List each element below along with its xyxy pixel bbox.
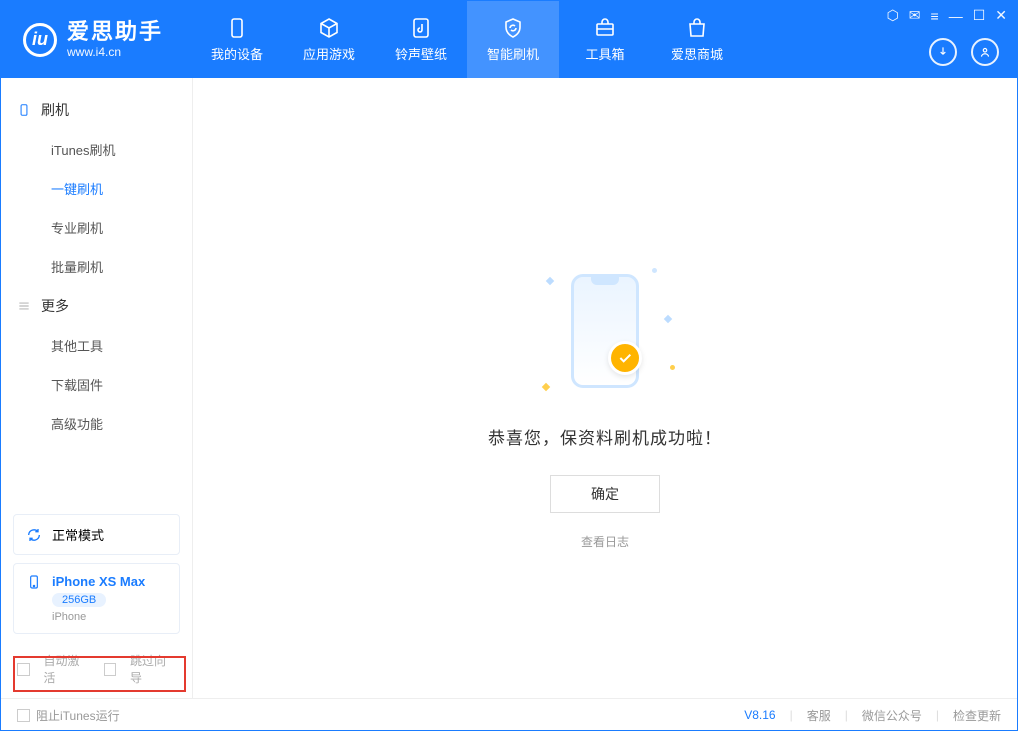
maximize-button[interactable]: ☐ bbox=[973, 7, 986, 24]
link-check-update[interactable]: 检查更新 bbox=[953, 707, 1001, 724]
status-bar: 阻止iTunes运行 V8.16 | 客服 | 微信公众号 | 检查更新 bbox=[1, 698, 1017, 731]
nav-label: 爱思商城 bbox=[671, 44, 723, 63]
checkbox-label-skip-guide: 跳过向导 bbox=[130, 652, 176, 686]
main-nav: 我的设备 应用游戏 铃声壁纸 智能刷机 工具箱 爱思商城 bbox=[191, 1, 743, 78]
minimize-button[interactable]: — bbox=[949, 8, 963, 24]
nav-my-device[interactable]: 我的设备 bbox=[191, 1, 283, 78]
nav-smart-flash[interactable]: 智能刷机 bbox=[467, 1, 559, 78]
app-subtitle: www.i4.cn bbox=[67, 45, 163, 59]
sidebar-item-batch-flash[interactable]: 批量刷机 bbox=[1, 247, 192, 286]
phone-icon bbox=[225, 16, 249, 40]
sidebar-section-flash: 刷机 bbox=[1, 90, 192, 130]
success-message: 恭喜您，保资料刷机成功啦！ bbox=[488, 424, 722, 449]
app-body: 刷机 iTunes刷机 一键刷机 专业刷机 批量刷机 更多 其他工具 下载固件 … bbox=[1, 78, 1017, 698]
nav-store[interactable]: 爱思商城 bbox=[651, 1, 743, 78]
mode-label: 正常模式 bbox=[52, 525, 104, 544]
nav-label: 我的设备 bbox=[211, 44, 263, 63]
feedback-icon[interactable]: ✉ bbox=[909, 7, 921, 24]
shield-refresh-icon bbox=[501, 16, 525, 40]
user-profile-button[interactable] bbox=[971, 38, 999, 66]
sidebar-item-download-firmware[interactable]: 下载固件 bbox=[1, 365, 192, 404]
toolbox-icon bbox=[593, 16, 617, 40]
nav-label: 工具箱 bbox=[585, 44, 624, 63]
phone-outline-icon bbox=[17, 103, 31, 117]
window-controls: ⬡ ✉ ≡ — ☐ ✕ bbox=[887, 7, 1007, 24]
music-file-icon bbox=[409, 16, 433, 40]
logo-icon: iu bbox=[23, 23, 57, 57]
checkbox-auto-activate[interactable] bbox=[17, 663, 30, 676]
nav-toolbox[interactable]: 工具箱 bbox=[559, 1, 651, 78]
device-storage-badge: 256GB bbox=[52, 593, 106, 607]
nav-label: 应用游戏 bbox=[303, 44, 355, 63]
checkbox-block-itunes[interactable] bbox=[17, 709, 30, 722]
header-action-icons bbox=[929, 38, 999, 66]
nav-apps-games[interactable]: 应用游戏 bbox=[283, 1, 375, 78]
device-mode-card[interactable]: 正常模式 bbox=[13, 514, 180, 555]
flash-options-row: 自动激活 跳过向导 bbox=[1, 642, 192, 698]
check-badge-icon bbox=[608, 341, 642, 375]
sidebar-bottom: 正常模式 iPhone XS Max 256GB iPhone 自动激活 跳过向… bbox=[1, 506, 192, 698]
sidebar: 刷机 iTunes刷机 一键刷机 专业刷机 批量刷机 更多 其他工具 下载固件 … bbox=[1, 78, 193, 698]
device-name: iPhone XS Max bbox=[52, 574, 145, 589]
link-wechat[interactable]: 微信公众号 bbox=[862, 707, 922, 724]
device-card[interactable]: iPhone XS Max 256GB iPhone bbox=[13, 563, 180, 634]
nav-label: 智能刷机 bbox=[487, 44, 539, 63]
nav-ringtones-wallpapers[interactable]: 铃声壁纸 bbox=[375, 1, 467, 78]
device-type: iPhone bbox=[52, 611, 145, 623]
view-log-link[interactable]: 查看日志 bbox=[581, 533, 629, 550]
main-content: 恭喜您，保资料刷机成功啦！ 确定 查看日志 bbox=[193, 78, 1017, 698]
app-header: iu 爱思助手 www.i4.cn 我的设备 应用游戏 铃声壁纸 智能刷机 工具… bbox=[1, 1, 1017, 78]
section-title: 更多 bbox=[41, 296, 69, 316]
device-phone-icon bbox=[26, 574, 42, 590]
shopping-bag-icon bbox=[685, 16, 709, 40]
phone-illustration-icon bbox=[571, 274, 639, 388]
close-button[interactable]: ✕ bbox=[995, 7, 1007, 24]
block-itunes-label: 阻止iTunes运行 bbox=[36, 707, 120, 724]
app-title: 爱思助手 bbox=[67, 21, 163, 43]
list-icon bbox=[17, 299, 31, 313]
success-illustration bbox=[545, 266, 665, 396]
ok-button[interactable]: 确定 bbox=[550, 475, 660, 513]
menu-icon[interactable]: ≡ bbox=[931, 8, 939, 24]
checkbox-label-auto-activate: 自动激活 bbox=[44, 652, 90, 686]
sidebar-item-itunes-flash[interactable]: iTunes刷机 bbox=[1, 130, 192, 169]
version-label: V8.16 bbox=[744, 708, 775, 722]
sidebar-item-other-tools[interactable]: 其他工具 bbox=[1, 326, 192, 365]
download-button[interactable] bbox=[929, 38, 957, 66]
shirt-icon[interactable]: ⬡ bbox=[887, 7, 899, 24]
section-title: 刷机 bbox=[41, 100, 69, 120]
checkbox-skip-guide[interactable] bbox=[104, 663, 117, 676]
sidebar-item-advanced[interactable]: 高级功能 bbox=[1, 404, 192, 443]
sync-icon bbox=[26, 527, 42, 543]
link-customer-service[interactable]: 客服 bbox=[807, 707, 831, 724]
sidebar-item-pro-flash[interactable]: 专业刷机 bbox=[1, 208, 192, 247]
cube-icon bbox=[317, 16, 341, 40]
sidebar-section-more: 更多 bbox=[1, 286, 192, 326]
nav-label: 铃声壁纸 bbox=[395, 44, 447, 63]
app-logo: iu 爱思助手 www.i4.cn bbox=[1, 1, 191, 78]
sidebar-item-oneclick-flash[interactable]: 一键刷机 bbox=[1, 169, 192, 208]
